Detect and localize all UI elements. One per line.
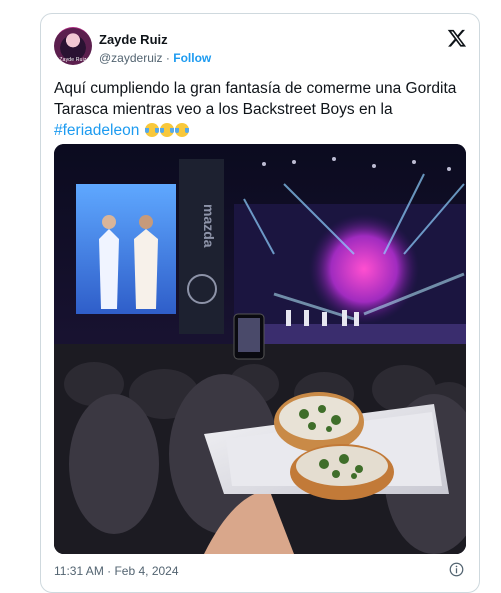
tweet-card[interactable]: Zayde Ruiz Zayde Ruiz @zayderuiz · Follo… — [40, 13, 480, 593]
follow-button[interactable]: Follow — [173, 51, 211, 65]
author-display-name[interactable]: Zayde Ruiz — [99, 32, 168, 47]
x-logo-icon[interactable] — [447, 28, 467, 48]
laughing-emoji-icon — [174, 123, 189, 137]
hashtag-link[interactable]: #feriadeleon — [54, 122, 139, 139]
laughing-emoji-icon — [144, 123, 159, 137]
author-handle-row: @zayderuiz · Follow — [99, 51, 211, 65]
tweet-body: Aquí cumpliendo la gran fantasía de come… — [54, 80, 457, 118]
laughing-emoji-icon — [159, 123, 174, 137]
info-icon[interactable] — [449, 562, 464, 577]
tweet-text: Aquí cumpliendo la gran fantasía de come… — [54, 78, 464, 141]
avatar[interactable]: Zayde Ruiz — [54, 27, 92, 65]
tweet-photo[interactable]: mazda — [54, 144, 466, 554]
separator-dot: · — [165, 51, 170, 65]
tweet-timestamp[interactable]: 11:31 AM · Feb 4, 2024 — [54, 564, 179, 578]
author-handle[interactable]: @zayderuiz — [99, 51, 163, 65]
svg-text:mazda: mazda — [201, 204, 217, 248]
concert-photo: mazda — [54, 144, 466, 554]
avatar-caption: Zayde Ruiz — [59, 57, 87, 63]
